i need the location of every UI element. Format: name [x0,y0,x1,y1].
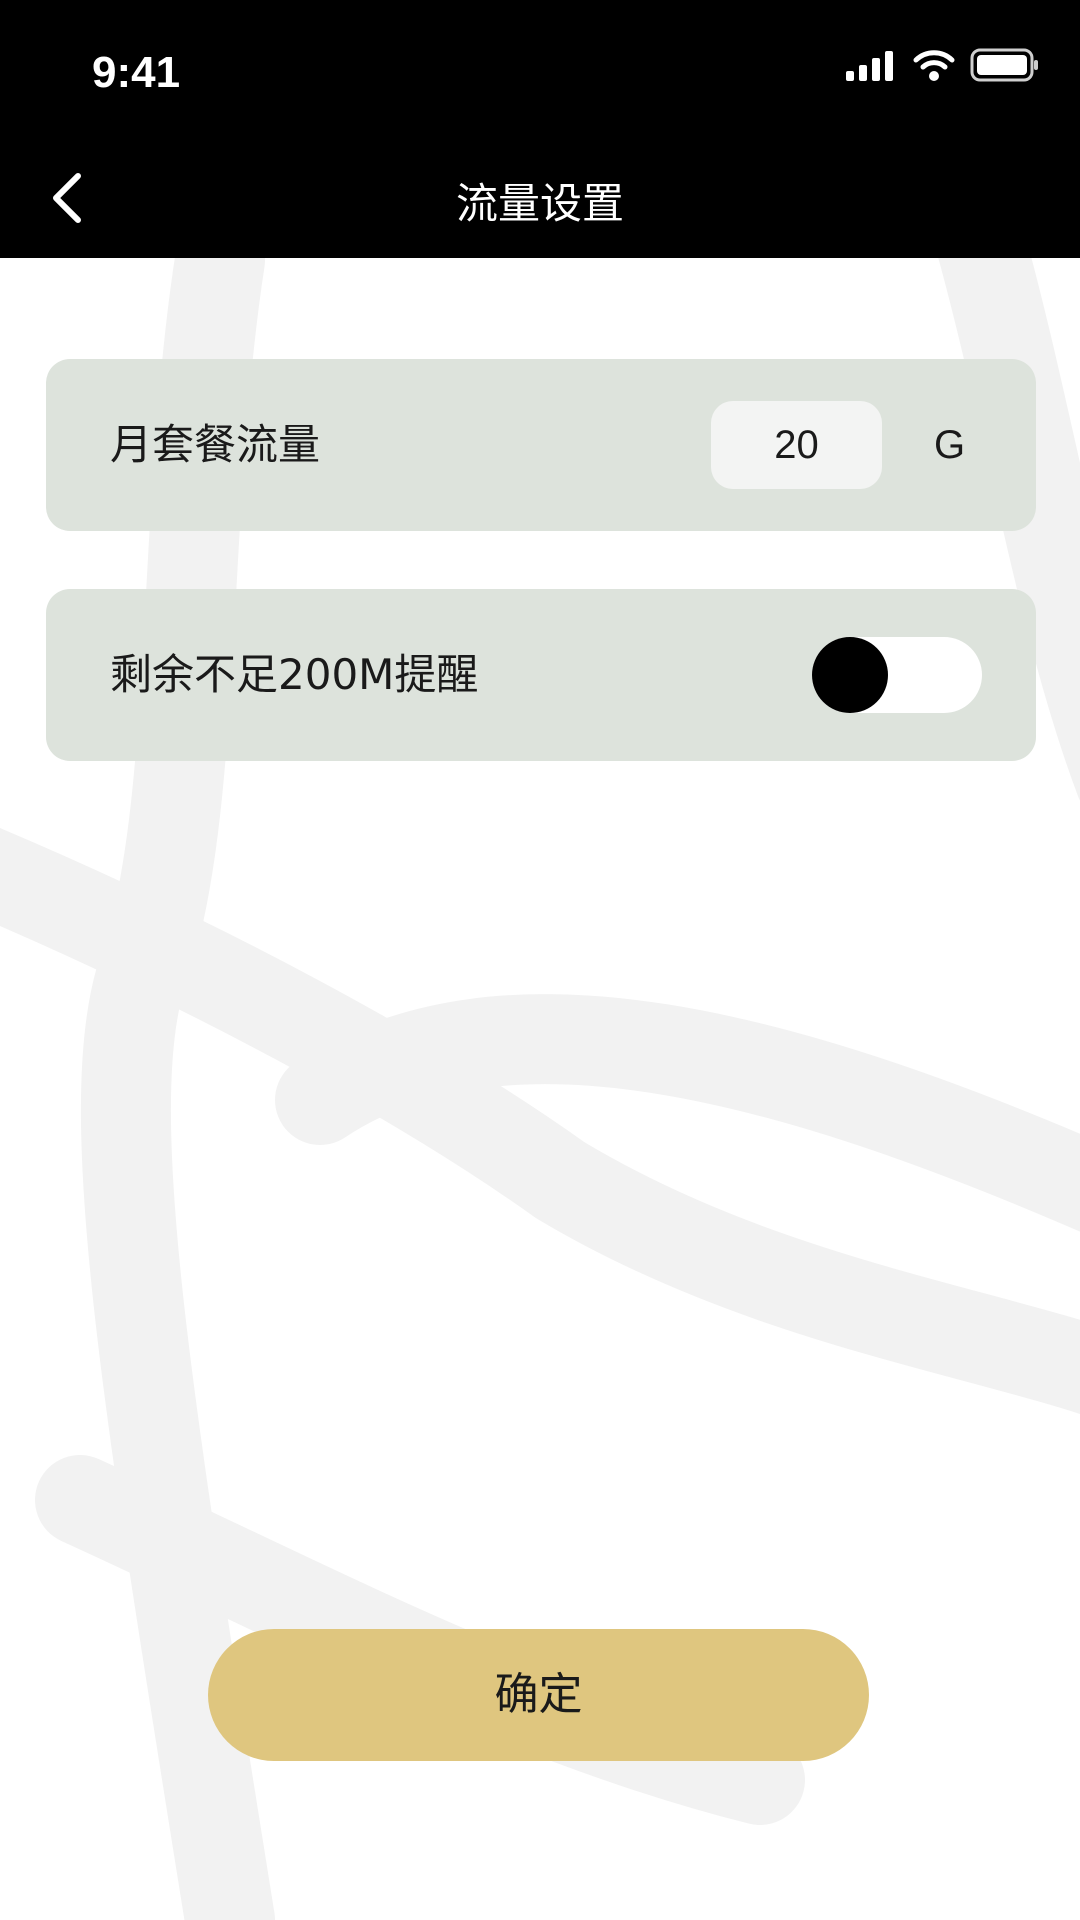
wifi-icon [913,50,955,81]
monthly-plan-input[interactable]: 20 [711,401,882,489]
low-data-alert-row: 剩余不足200M提醒 [46,589,1036,761]
battery-icon [970,48,1038,82]
status-time: 9:41 [92,48,181,97]
low-data-alert-label: 剩余不足200M提醒 [110,650,479,699]
monthly-plan-unit: G [934,423,966,467]
status-icons [846,48,1040,82]
low-data-alert-toggle[interactable] [812,637,982,713]
page-title: 流量设置 [455,179,624,228]
signal-icon [846,51,893,81]
toggle-knob [812,637,888,713]
monthly-plan-label: 月套餐流量 [110,420,321,469]
header-bar: 9:41 流量设置 [0,0,1080,258]
confirm-button[interactable]: 确定 [208,1629,869,1761]
monthly-plan-row: 月套餐流量 20 G [46,359,1036,531]
